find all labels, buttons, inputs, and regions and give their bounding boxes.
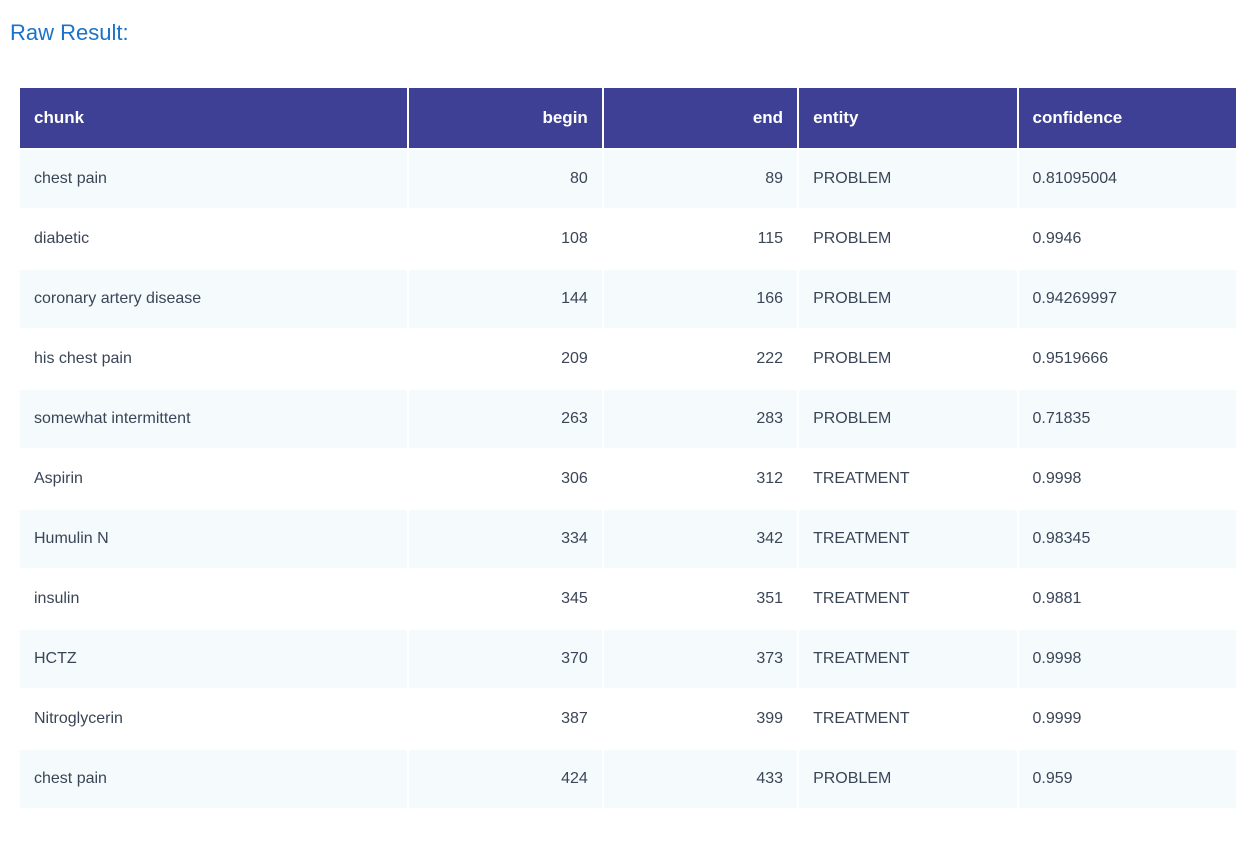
table-row: insulin345351TREATMENT0.9881 [20,570,1236,628]
cell-end: 222 [604,330,797,388]
cell-chunk: HCTZ [20,630,407,688]
cell-end: 166 [604,270,797,328]
cell-begin: 209 [409,330,602,388]
cell-entity: PROBLEM [799,270,1016,328]
cell-end: 115 [604,210,797,268]
cell-confidence: 0.94269997 [1019,270,1236,328]
cell-begin: 80 [409,150,602,208]
cell-end: 351 [604,570,797,628]
cell-entity: TREATMENT [799,570,1016,628]
cell-confidence: 0.9998 [1019,630,1236,688]
cell-end: 373 [604,630,797,688]
cell-chunk: insulin [20,570,407,628]
cell-entity: PROBLEM [799,750,1016,808]
table-row: coronary artery disease144166PROBLEM0.94… [20,270,1236,328]
header-confidence: confidence [1019,88,1236,148]
table-row: somewhat intermittent263283PROBLEM0.7183… [20,390,1236,448]
cell-end: 399 [604,690,797,748]
page-title: Raw Result: [10,20,1246,46]
table-row: chest pain424433PROBLEM0.959 [20,750,1236,808]
cell-chunk: Humulin N [20,510,407,568]
table-row: Nitroglycerin387399TREATMENT0.9999 [20,690,1236,748]
header-entity: entity [799,88,1016,148]
cell-entity: TREATMENT [799,630,1016,688]
cell-chunk: his chest pain [20,330,407,388]
cell-chunk: chest pain [20,750,407,808]
cell-confidence: 0.9998 [1019,450,1236,508]
cell-confidence: 0.9519666 [1019,330,1236,388]
cell-begin: 334 [409,510,602,568]
header-end: end [604,88,797,148]
results-table-container: chunk begin end entity confidence chest … [10,86,1246,810]
table-row: his chest pain209222PROBLEM0.9519666 [20,330,1236,388]
cell-entity: TREATMENT [799,690,1016,748]
cell-chunk: coronary artery disease [20,270,407,328]
cell-end: 283 [604,390,797,448]
cell-end: 342 [604,510,797,568]
table-header-row: chunk begin end entity confidence [20,88,1236,148]
cell-begin: 345 [409,570,602,628]
cell-confidence: 0.959 [1019,750,1236,808]
cell-entity: PROBLEM [799,210,1016,268]
table-row: HCTZ370373TREATMENT0.9998 [20,630,1236,688]
cell-entity: TREATMENT [799,510,1016,568]
cell-end: 312 [604,450,797,508]
cell-chunk: diabetic [20,210,407,268]
cell-chunk: chest pain [20,150,407,208]
cell-chunk: somewhat intermittent [20,390,407,448]
cell-begin: 108 [409,210,602,268]
cell-entity: TREATMENT [799,450,1016,508]
cell-confidence: 0.71835 [1019,390,1236,448]
cell-chunk: Aspirin [20,450,407,508]
cell-end: 433 [604,750,797,808]
cell-begin: 424 [409,750,602,808]
table-row: Aspirin306312TREATMENT0.9998 [20,450,1236,508]
table-row: diabetic108115PROBLEM0.9946 [20,210,1236,268]
cell-confidence: 0.98345 [1019,510,1236,568]
header-begin: begin [409,88,602,148]
cell-begin: 306 [409,450,602,508]
cell-chunk: Nitroglycerin [20,690,407,748]
cell-confidence: 0.81095004 [1019,150,1236,208]
cell-begin: 144 [409,270,602,328]
cell-entity: PROBLEM [799,330,1016,388]
cell-end: 89 [604,150,797,208]
cell-confidence: 0.9881 [1019,570,1236,628]
cell-entity: PROBLEM [799,150,1016,208]
cell-confidence: 0.9946 [1019,210,1236,268]
cell-begin: 263 [409,390,602,448]
table-row: Humulin N334342TREATMENT0.98345 [20,510,1236,568]
results-table: chunk begin end entity confidence chest … [18,86,1238,810]
cell-confidence: 0.9999 [1019,690,1236,748]
cell-begin: 370 [409,630,602,688]
header-chunk: chunk [20,88,407,148]
cell-entity: PROBLEM [799,390,1016,448]
table-row: chest pain8089PROBLEM0.81095004 [20,150,1236,208]
cell-begin: 387 [409,690,602,748]
